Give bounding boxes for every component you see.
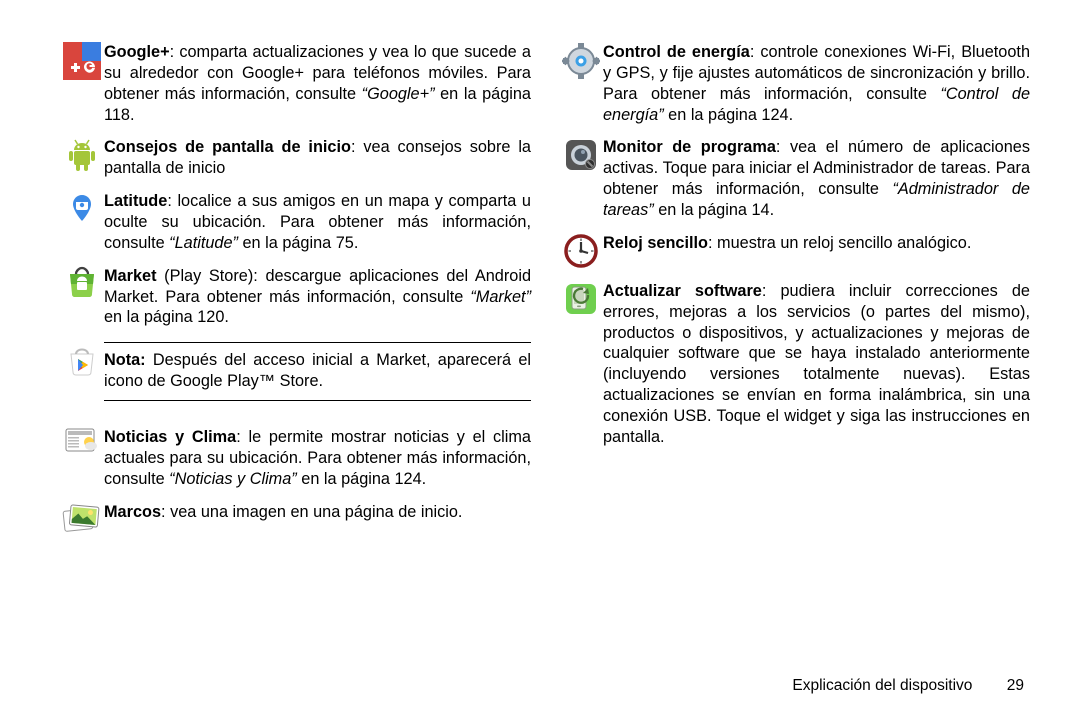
body: Después del acceso inicial a Market, apa… xyxy=(104,351,531,390)
entry-title: Control de energía xyxy=(603,43,750,61)
play-store-icon xyxy=(60,340,104,382)
entry-software-update: Actualizar software: pudiera incluir cor… xyxy=(559,281,1030,448)
body: en la página 124. xyxy=(297,470,426,488)
android-icon xyxy=(60,137,104,173)
ref: “Noticias y Clima” xyxy=(169,470,297,488)
body: en la página 120. xyxy=(104,308,229,326)
market-icon xyxy=(60,266,104,300)
note-block: Nota: Después del acceso inicial a Marke… xyxy=(104,342,531,401)
google-plus-icon xyxy=(60,42,104,80)
sep: : xyxy=(750,43,761,61)
page-footer: Explicación del dispositivo 29 xyxy=(792,676,1024,696)
sep: : xyxy=(161,503,170,521)
body: pudiera incluir correcciones de errores,… xyxy=(603,282,1030,446)
entry-text: Monitor de programa: vea el número de ap… xyxy=(603,137,1030,220)
entry-simple-clock: Reloj sencillo: muestra un reloj sencill… xyxy=(559,233,1030,269)
column-right: Control de energía: controle conexiones … xyxy=(559,42,1030,690)
entry-news-weather: Noticias y Clima: le permite mostrar not… xyxy=(60,427,531,490)
entry-text: Control de energía: controle conexiones … xyxy=(603,42,1030,125)
software-update-icon xyxy=(559,281,603,317)
entry-home-tips: Consejos de pantalla de inicio: vea cons… xyxy=(60,137,531,179)
sep: (Play Store): xyxy=(157,267,266,285)
entry-title: Consejos de pantalla de inicio xyxy=(104,138,351,156)
entry-title: Marcos xyxy=(104,503,161,521)
sep: : xyxy=(776,138,790,156)
body: muestra un reloj sencillo analógico. xyxy=(717,234,971,252)
sep: : xyxy=(351,138,363,156)
body: en la página 124. xyxy=(664,106,793,124)
entry-text: Google+: comparta actualizaciones y vea … xyxy=(104,42,531,125)
entry-market: Market (Play Store): descargue aplicacio… xyxy=(60,266,531,329)
news-weather-icon xyxy=(60,427,104,457)
program-monitor-icon xyxy=(559,137,603,173)
entry-latitude: Latitude: localice a sus amigos en un ma… xyxy=(60,191,531,254)
manual-page: Google+: comparta actualizaciones y vea … xyxy=(0,0,1080,720)
entry-market-note: Nota: Después del acceso inicial a Marke… xyxy=(60,340,531,415)
body: vea una imagen en una página de inicio. xyxy=(170,503,462,521)
sep: : xyxy=(167,192,177,210)
latitude-icon xyxy=(60,191,104,227)
entry-title: Actualizar software xyxy=(603,282,762,300)
entry-title: Monitor de programa xyxy=(603,138,776,156)
note-title: Nota: xyxy=(104,351,146,369)
entry-title: Reloj sencillo xyxy=(603,234,708,252)
entry-program-monitor: Monitor de programa: vea el número de ap… xyxy=(559,137,1030,220)
entry-title: Noticias y Clima xyxy=(104,428,236,446)
picture-frames-icon xyxy=(60,502,104,536)
sep: : xyxy=(762,282,781,300)
sep: : xyxy=(170,43,180,61)
entry-frames: Marcos: vea una imagen en una página de … xyxy=(60,502,531,536)
entry-title: Market xyxy=(104,267,157,285)
page-number: 29 xyxy=(1007,677,1024,694)
ref: “Google+” xyxy=(362,85,435,103)
ref: “Market” xyxy=(470,288,531,306)
entry-text: Market (Play Store): descargue aplicacio… xyxy=(104,266,531,329)
ref: “Latitude” xyxy=(169,234,238,252)
section-label: Explicación del dispositivo xyxy=(792,677,972,694)
entry-text: Latitude: localice a sus amigos en un ma… xyxy=(104,191,531,254)
clock-icon xyxy=(559,233,603,269)
sep: : xyxy=(236,428,248,446)
body: en la página 14. xyxy=(654,201,774,219)
body: en la página 75. xyxy=(238,234,358,252)
entry-title: Latitude xyxy=(104,192,167,210)
two-column-layout: Google+: comparta actualizaciones y vea … xyxy=(60,42,1030,690)
entry-google-plus: Google+: comparta actualizaciones y vea … xyxy=(60,42,531,125)
entry-power-control: Control de energía: controle conexiones … xyxy=(559,42,1030,125)
entry-title: Google+ xyxy=(104,43,170,61)
entry-text: Noticias y Clima: le permite mostrar not… xyxy=(104,427,531,490)
entry-text: Reloj sencillo: muestra un reloj sencill… xyxy=(603,233,1030,254)
sep: : xyxy=(708,234,717,252)
column-left: Google+: comparta actualizaciones y vea … xyxy=(60,42,531,690)
entry-text: Actualizar software: pudiera incluir cor… xyxy=(603,281,1030,448)
gear-icon xyxy=(559,42,603,80)
entry-text: Marcos: vea una imagen en una página de … xyxy=(104,502,531,523)
entry-text: Consejos de pantalla de inicio: vea cons… xyxy=(104,137,531,179)
